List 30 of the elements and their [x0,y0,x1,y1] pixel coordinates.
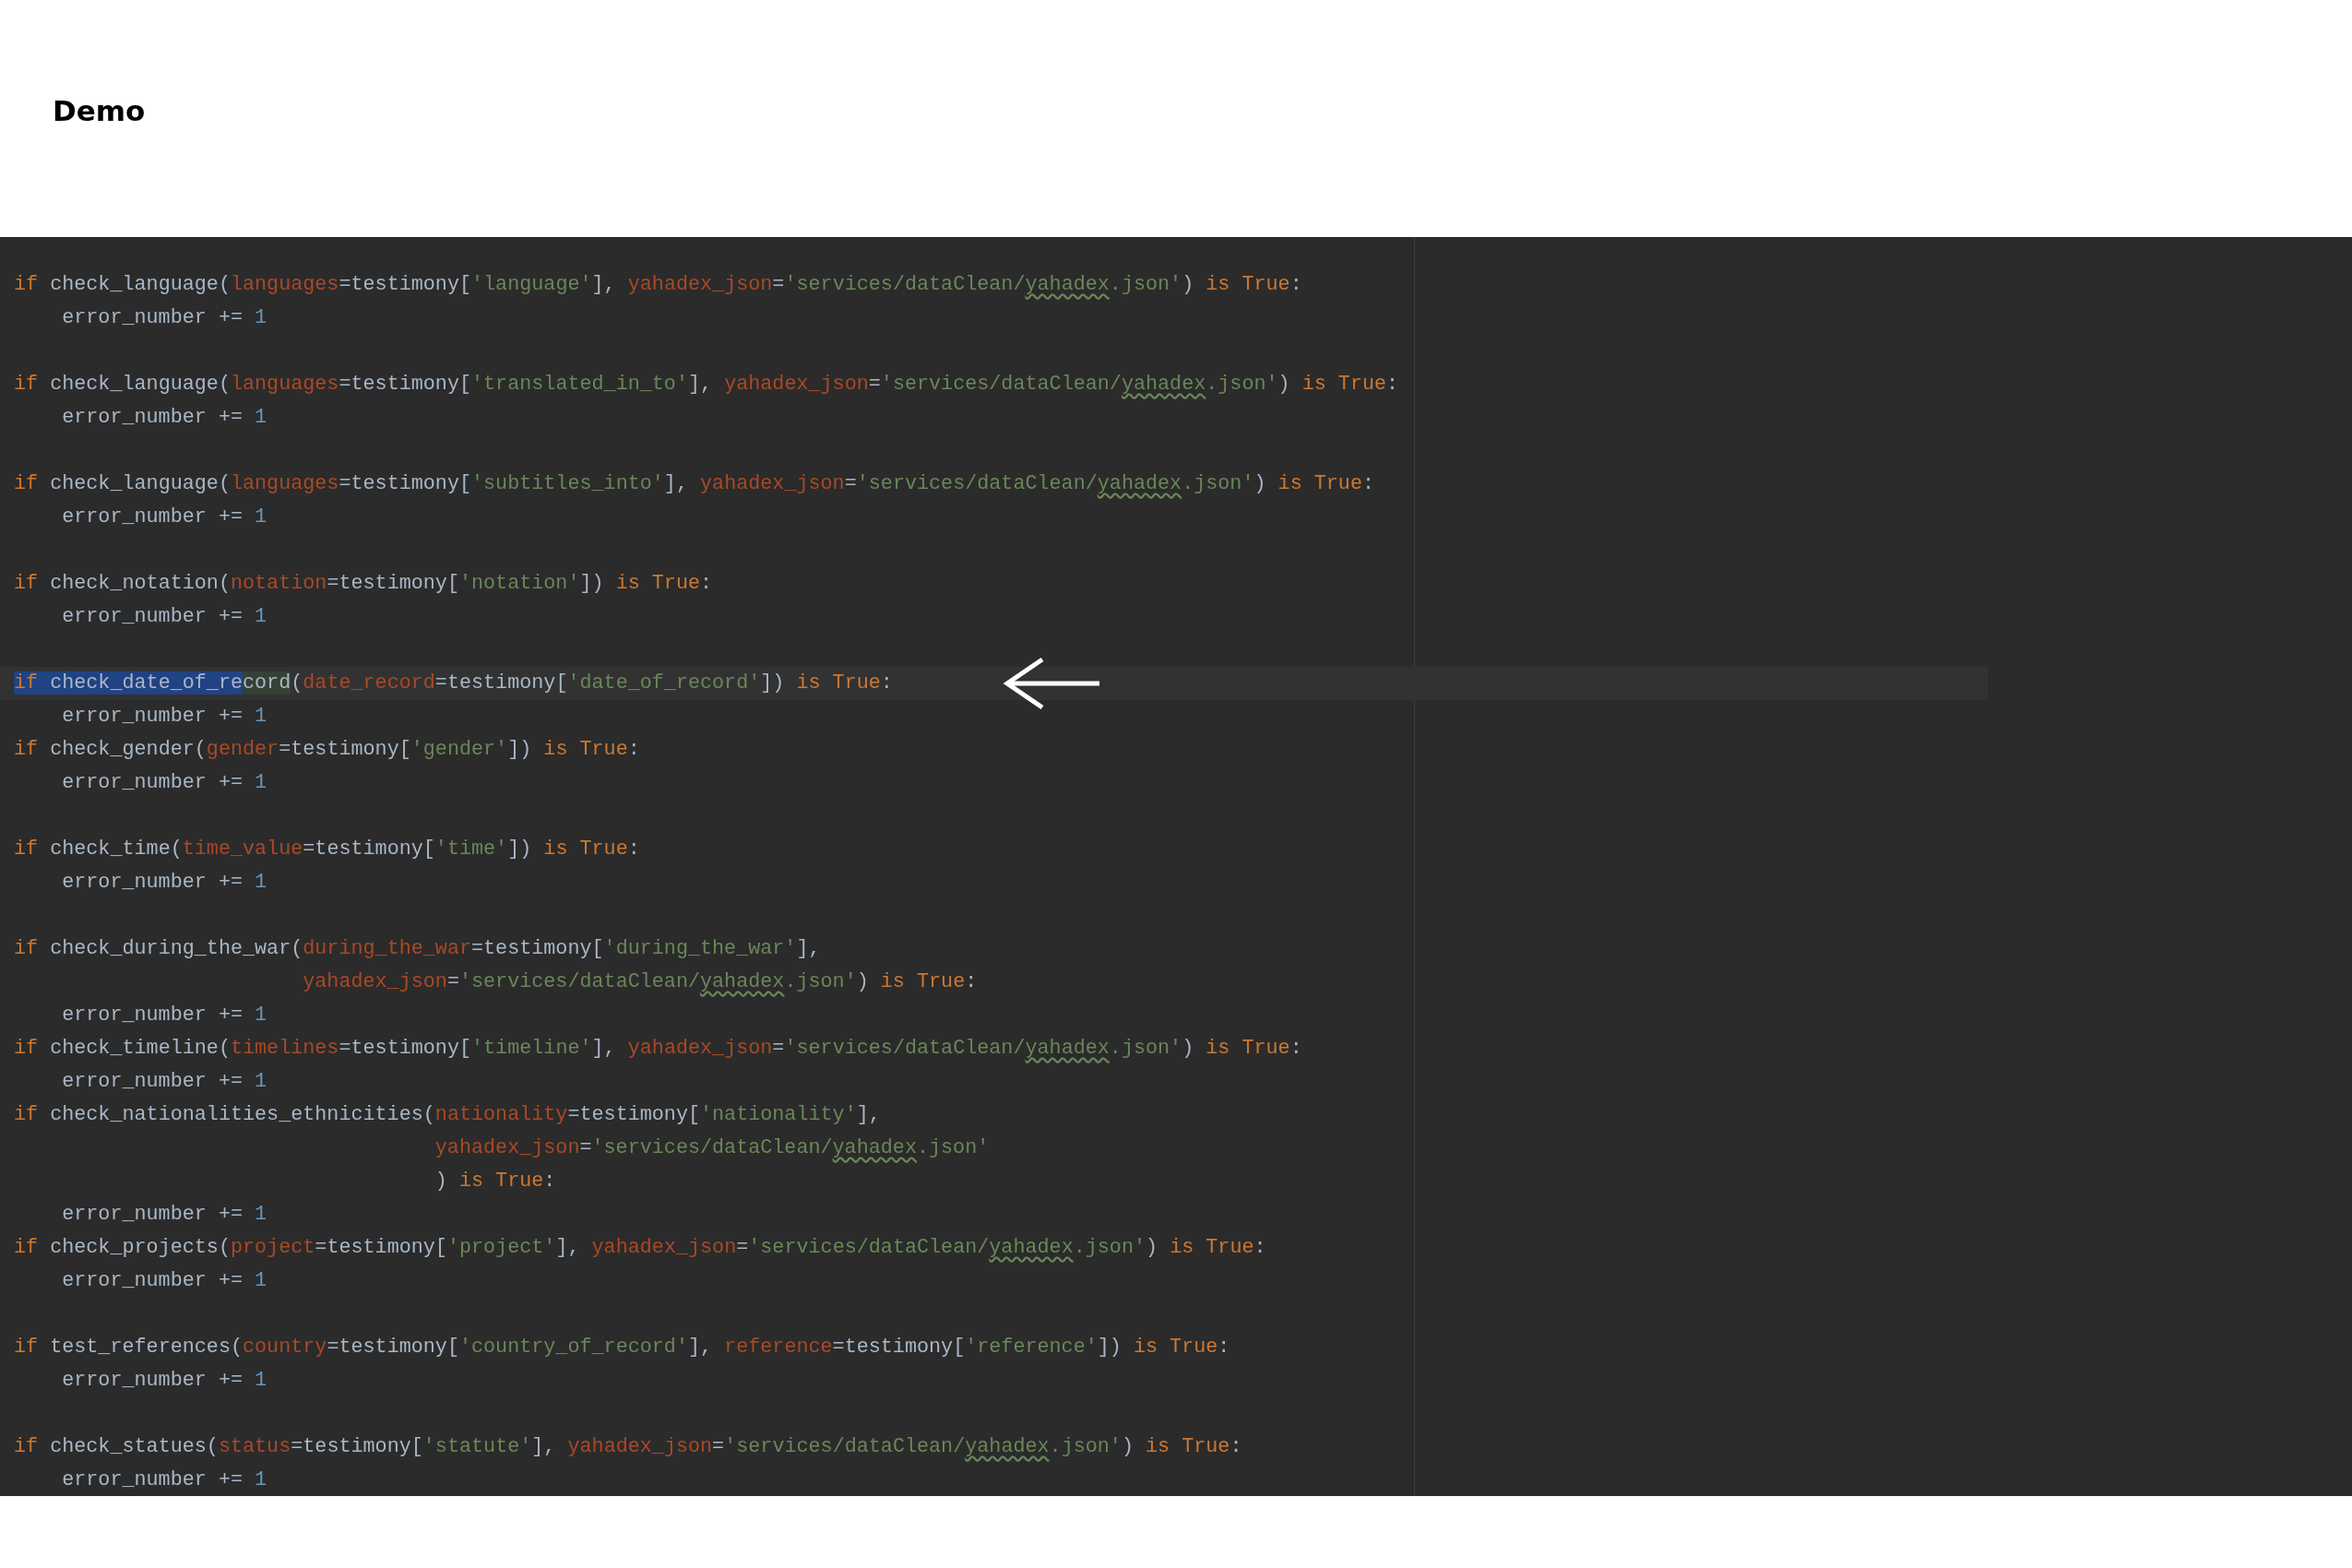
code-line: if check_time(time_value=testimony['time']) is True: [14,837,640,862]
code-line: if check_during_the_war(during_the_war=testimony['during_the_war'], [14,936,821,962]
code-line: error_number += 1 [62,505,267,530]
code-line: error_number += 1 [62,1467,267,1493]
code-line: error_number += 1 [62,1003,267,1028]
code-line: if check_notation(notation=testimony['notation']) is True: [14,571,713,597]
code-line: error_number += 1 [62,704,267,730]
code-line: error_number += 1 [62,305,267,331]
code-line: error_number += 1 [62,405,267,431]
page-title: Demo [52,93,147,129]
code-line: if check_date_of_record(date_record=testimony['date_of_record']) is True: [14,671,893,696]
code-line: ) is True: [434,1169,556,1194]
code-line: error_number += 1 [62,870,267,896]
code-line: if check_statues(status=testimony['statute'], yahadex_json='services/dataClean/yahadex.json') is True: [14,1434,1242,1460]
code-line: if check_projects(project=testimony['project'], yahadex_json='services/dataClean/yahadex.json') is True: [14,1235,1266,1261]
code-line: yahadex_json='services/dataClean/yahadex.json' [434,1135,990,1161]
code-line: if check_language(languages=testimony['subtitles_into'], yahadex_json='services/dataClean/yahadex.json') is True: [14,471,1375,497]
code-line: error_number += 1 [62,1069,267,1095]
code-line: if check_nationalities_ethnicities(nationality=testimony['nationality'], [14,1102,881,1128]
code-line: error_number += 1 [62,1268,267,1294]
code-line: error_number += 1 [62,1202,267,1228]
code-line: error_number += 1 [62,1368,267,1394]
code-line: error_number += 1 [62,770,267,796]
code-line: error_number += 1 [62,604,267,630]
code-line: if test_references(country=testimony['country_of_record'], reference=testimony['reference']) is True: [14,1335,1230,1360]
code-line: if check_language(languages=testimony['language'], yahadex_json='services/dataClean/yahadex.json') is True: [14,272,1302,298]
code-line: if check_timeline(timelines=testimony['timeline'], yahadex_json='services/dataClean/yahadex.json') is True: [14,1036,1302,1062]
code-line: if check_gender(gender=testimony['gender']) is True: [14,737,640,763]
code-line: if check_language(languages=testimony['translated_in_to'], yahadex_json='services/dataClean/yahadex.json') is True: [14,372,1399,398]
code-line: yahadex_json='services/dataClean/yahadex.json') is True: [303,969,978,995]
